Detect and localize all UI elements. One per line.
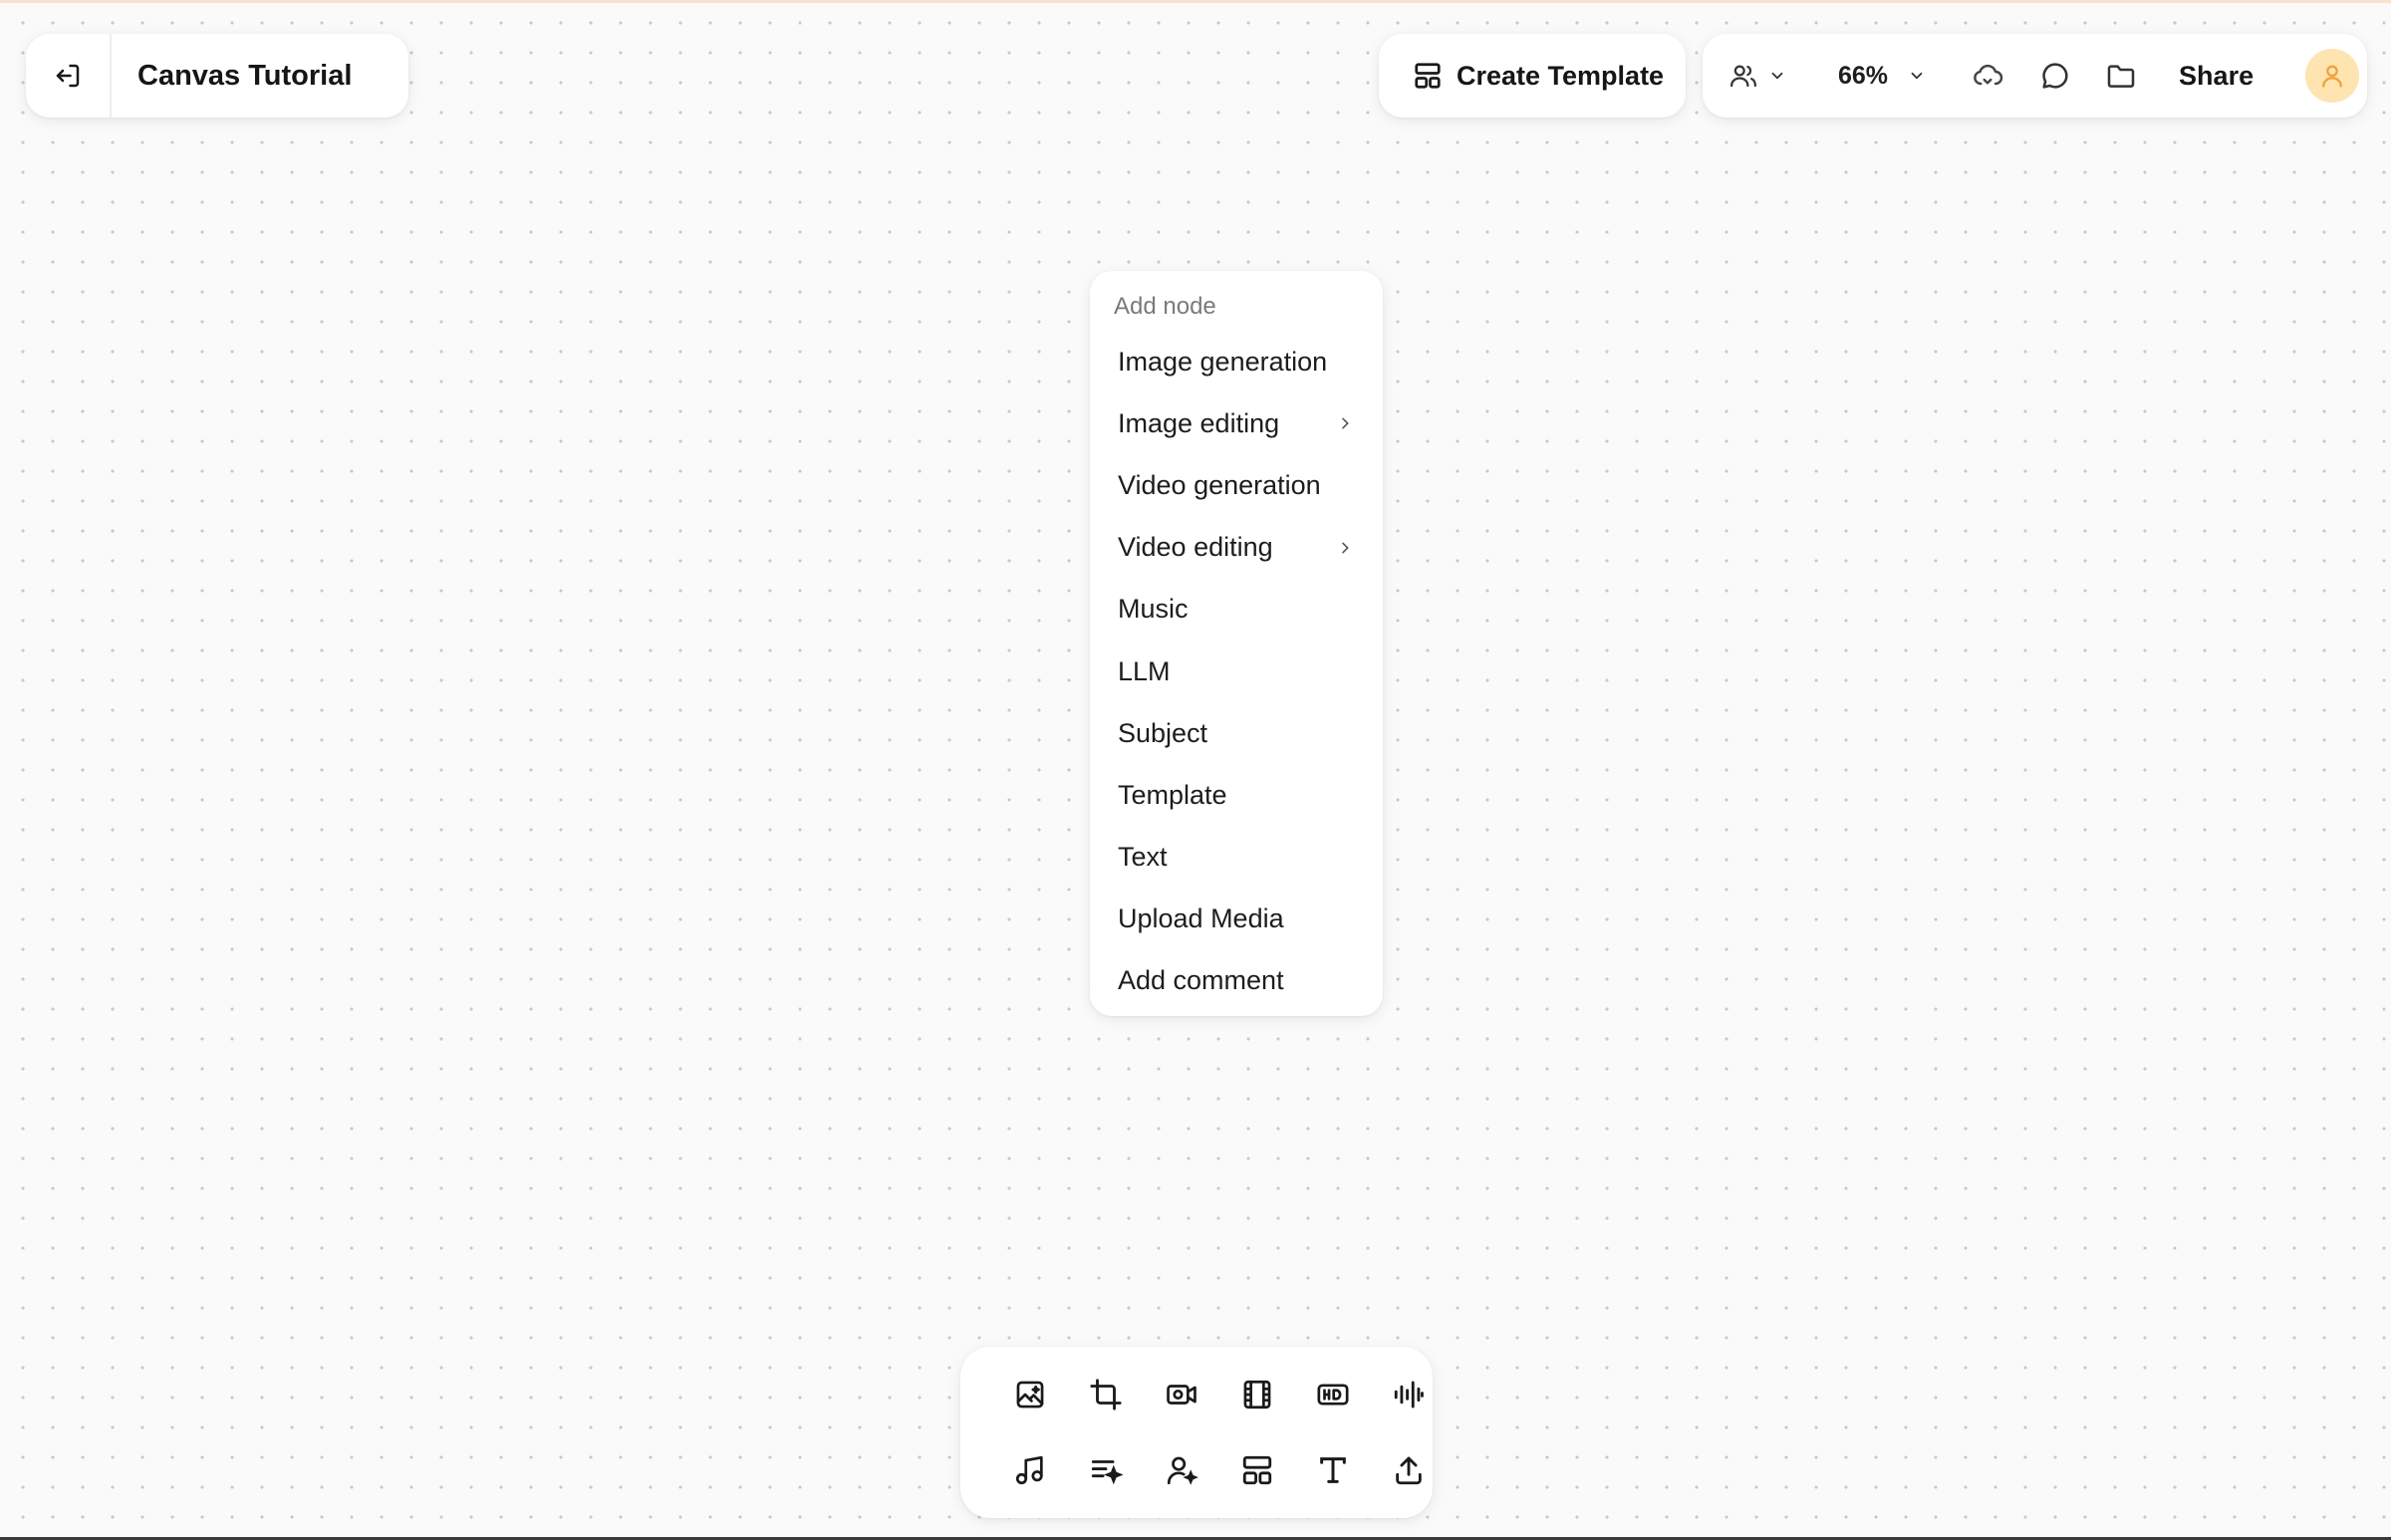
menu-item-llm[interactable]: LLM xyxy=(1090,641,1383,702)
text-icon xyxy=(1320,1457,1346,1483)
upload-icon xyxy=(1396,1456,1422,1485)
menu-item-label: Image editing xyxy=(1118,407,1280,438)
add-node-menu: Add node Image generation Image editing … xyxy=(1090,271,1383,1016)
add-llm-button[interactable] xyxy=(1068,1432,1144,1508)
menu-item-label: Subject xyxy=(1118,717,1208,748)
exit-icon xyxy=(56,64,80,88)
upload-media-button[interactable] xyxy=(1371,1432,1447,1508)
chevron-right-icon xyxy=(1342,417,1349,429)
add-text-button[interactable] xyxy=(1295,1432,1371,1508)
users-icon xyxy=(1730,65,1756,88)
user-icon xyxy=(2322,65,2343,88)
menu-item-label: Text xyxy=(1118,842,1168,873)
create-template-label: Create Template xyxy=(1457,60,1665,91)
chevron-right-icon xyxy=(1342,542,1349,554)
audio-wave-icon xyxy=(1394,1381,1424,1409)
llm-sparkle-icon xyxy=(1091,1460,1123,1485)
menu-item-label: Add comment xyxy=(1118,965,1284,996)
menu-item-video-editing[interactable]: Video editing xyxy=(1090,517,1383,579)
crop-icon xyxy=(1090,1379,1122,1411)
share-label: Share xyxy=(2179,60,2255,91)
add-video-editing-button[interactable] xyxy=(1219,1357,1295,1432)
add-image-generation-button[interactable] xyxy=(992,1357,1068,1432)
title-bar: Canvas Tutorial xyxy=(26,34,408,118)
menu-item-image-editing[interactable]: Image editing xyxy=(1090,392,1383,454)
chevron-down-icon xyxy=(1911,72,1923,80)
folder-icon xyxy=(2107,65,2135,88)
menu-item-label: Template xyxy=(1118,779,1227,810)
menu-item-add-comment[interactable]: Add comment xyxy=(1090,950,1383,1012)
menu-item-label: Image generation xyxy=(1118,346,1328,377)
menu-item-upload-media[interactable]: Upload Media xyxy=(1090,889,1383,950)
avatar[interactable] xyxy=(2305,49,2360,103)
exit-button[interactable] xyxy=(26,34,112,118)
add-video-generation-button[interactable] xyxy=(1144,1357,1219,1432)
top-toolbar: 66% Share xyxy=(1703,34,2367,118)
menu-item-subject[interactable]: Subject xyxy=(1090,702,1383,764)
menu-item-template[interactable]: Template xyxy=(1090,764,1383,826)
add-template-button[interactable] xyxy=(1219,1432,1295,1508)
cloud-sync-icon xyxy=(1974,64,2003,86)
share-button[interactable]: Share xyxy=(2179,61,2254,92)
collaborators-dropdown[interactable] xyxy=(1728,61,1786,91)
menu-item-label: Upload Media xyxy=(1118,903,1284,934)
chevron-down-icon xyxy=(1771,72,1783,80)
menu-item-label: LLM xyxy=(1118,655,1171,686)
comment-icon xyxy=(2042,63,2068,89)
menu-item-label: Music xyxy=(1118,594,1189,625)
menu-items: Image generation Image editing Video gen… xyxy=(1090,331,1383,1012)
menu-header: Add node xyxy=(1114,293,1216,320)
add-upscale-button[interactable] xyxy=(1295,1357,1371,1432)
node-toolbar xyxy=(960,1347,1433,1518)
add-subject-button[interactable] xyxy=(1144,1432,1219,1508)
files-button[interactable] xyxy=(2105,60,2137,92)
video-camera-icon xyxy=(1167,1385,1196,1405)
subject-icon xyxy=(1167,1456,1198,1485)
menu-item-image-generation[interactable]: Image generation xyxy=(1090,331,1383,392)
hd-icon xyxy=(1317,1384,1349,1406)
template-icon xyxy=(1242,1455,1272,1485)
create-template-button[interactable]: Create Template xyxy=(1379,34,1686,118)
canvas-title[interactable]: Canvas Tutorial xyxy=(112,60,352,93)
image-generation-icon xyxy=(1016,1381,1044,1409)
film-icon xyxy=(1243,1380,1271,1410)
menu-item-music[interactable]: Music xyxy=(1090,579,1383,641)
menu-item-label: Video generation xyxy=(1118,469,1321,500)
add-image-editing-button[interactable] xyxy=(1068,1357,1144,1432)
menu-item-label: Video editing xyxy=(1118,532,1273,563)
add-music-button[interactable] xyxy=(992,1432,1068,1508)
add-audio-button[interactable] xyxy=(1371,1357,1447,1432)
menu-item-video-generation[interactable]: Video generation xyxy=(1090,454,1383,516)
zoom-level: 66% xyxy=(1838,61,1889,90)
top-accent-line xyxy=(0,0,2391,3)
comments-button[interactable] xyxy=(2039,60,2071,92)
layout-template-icon xyxy=(1415,63,1441,89)
zoom-dropdown[interactable]: 66% xyxy=(1838,62,1926,91)
menu-item-text[interactable]: Text xyxy=(1090,827,1383,889)
sync-button[interactable] xyxy=(1972,60,2003,92)
music-note-icon xyxy=(1015,1455,1043,1485)
